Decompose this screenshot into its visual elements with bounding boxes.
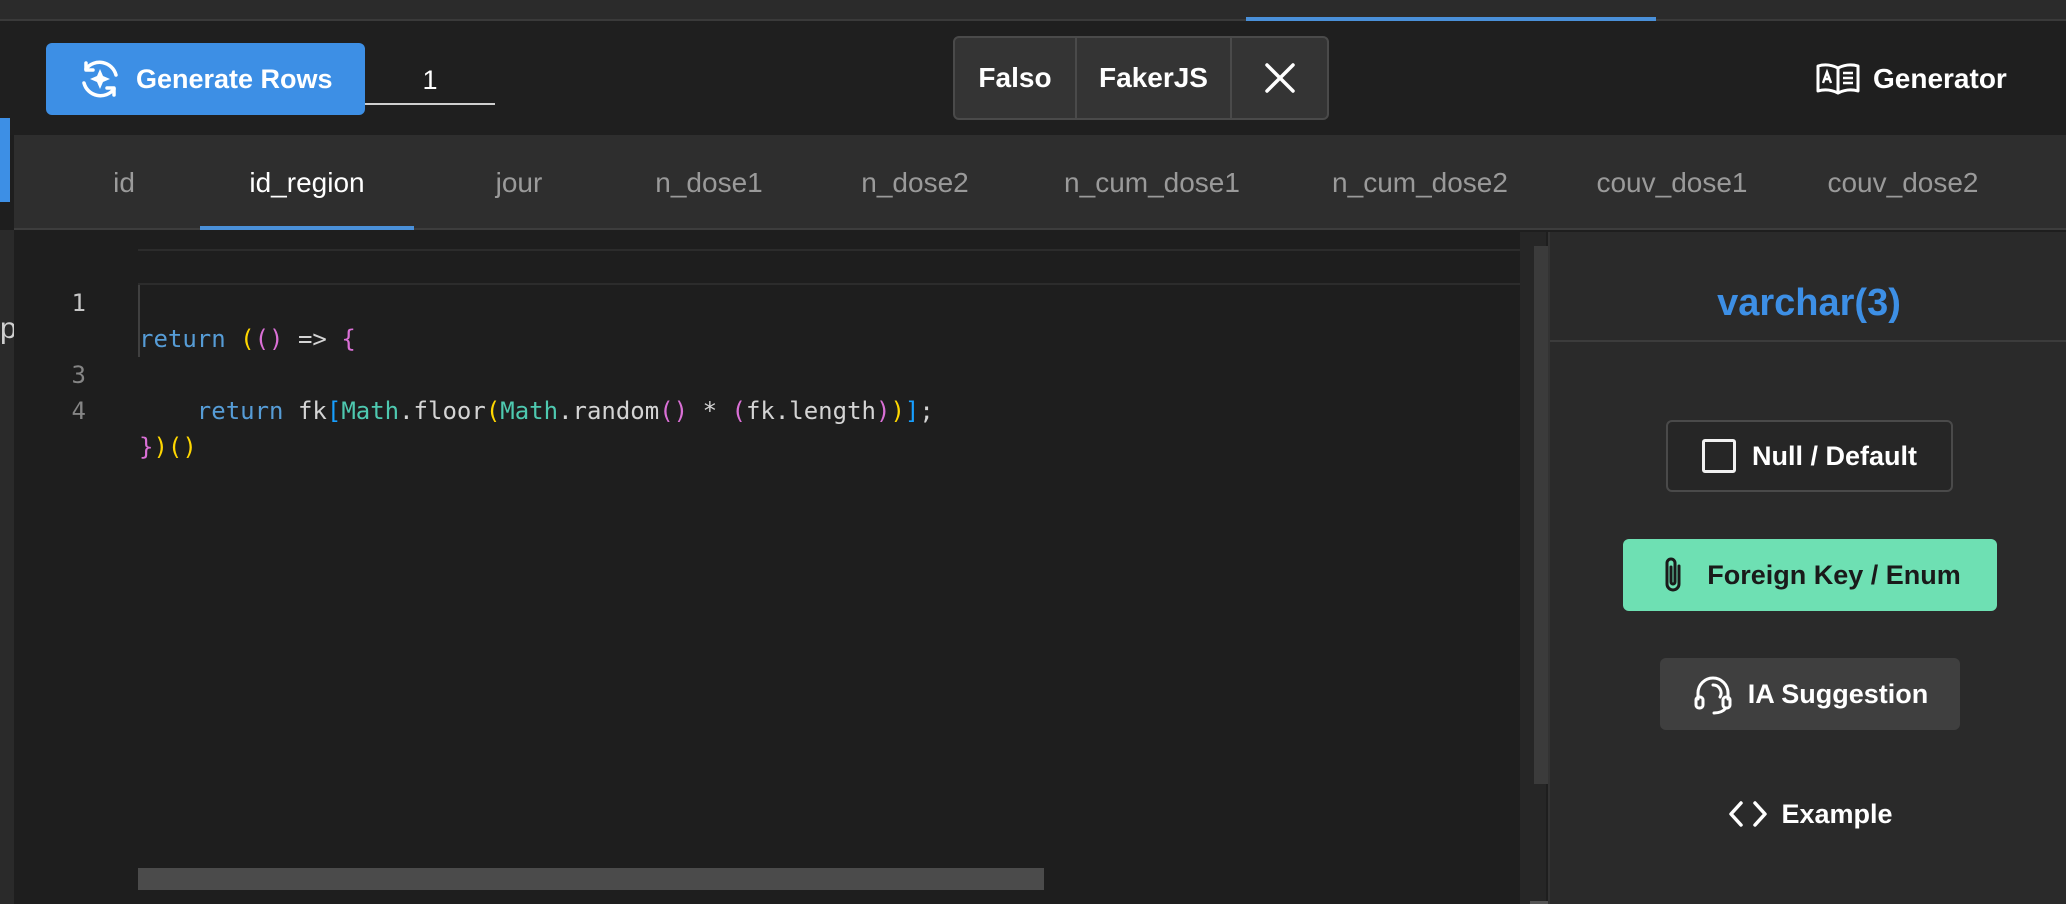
book-icon xyxy=(1816,63,1860,95)
example-button[interactable]: Example xyxy=(1660,786,1960,842)
tab-couv-dose2[interactable]: couv_dose2 xyxy=(1790,135,2016,230)
tab-id[interactable]: id xyxy=(54,135,194,230)
code-brackets-icon xyxy=(1729,801,1768,827)
panel-divider xyxy=(1550,340,2066,342)
horizontal-scrollbar[interactable] xyxy=(138,868,1044,890)
engine-falso-button[interactable]: Falso xyxy=(955,38,1077,118)
column-tabs: id id_region jour n_dose1 n_dose2 n_cum_… xyxy=(14,135,2066,230)
checkbox-icon[interactable] xyxy=(1701,439,1736,473)
code-line: 3 return fk[Math.floor(Math.random() * (… xyxy=(14,321,1520,425)
generator-label: Generator xyxy=(1873,63,2007,94)
top-tab-strip xyxy=(0,0,2066,21)
column-type-label: varchar(3) xyxy=(1717,282,1901,324)
sparkle-refresh-icon xyxy=(82,60,118,98)
engine-selector: Falso FakerJS xyxy=(953,36,1329,120)
generate-rows-label: Generate Rows xyxy=(136,63,333,94)
null-default-button[interactable]: Null / Default xyxy=(1666,420,1953,492)
left-accent-bar xyxy=(0,118,10,202)
tab-n-dose1[interactable]: n_dose1 xyxy=(614,135,804,230)
tab-jour[interactable]: jour xyxy=(434,135,604,230)
code-text: })() xyxy=(139,433,197,461)
code-text: return fk[Math.floor(Math.random() * (fk… xyxy=(196,397,934,425)
code-line: 1 return (() => { xyxy=(14,249,1520,353)
tab-id-region[interactable]: id_region xyxy=(200,135,414,230)
tab-n-cum-dose2[interactable]: n_cum_dose2 xyxy=(1292,135,1548,230)
code-line: 2 const fk = ['01', '02', '03', '04', '0… xyxy=(14,285,1520,321)
paperclip-icon xyxy=(1665,557,1681,592)
ia-suggestion-button[interactable]: IA Suggestion xyxy=(1660,658,1960,730)
headset-icon xyxy=(1694,676,1732,715)
tab-couv-dose1[interactable]: couv_dose1 xyxy=(1562,135,1782,230)
engine-fakerjs-button[interactable]: FakerJS xyxy=(1077,38,1232,118)
generate-rows-button[interactable]: Generate Rows xyxy=(46,43,365,115)
code-line: 4 })() xyxy=(14,357,1520,461)
rows-count-input[interactable] xyxy=(365,57,495,105)
tab-n-dose2[interactable]: n_dose2 xyxy=(820,135,1010,230)
column-options-panel: varchar(3) Null / Default Foreign Key / … xyxy=(1548,232,2066,904)
code-editor[interactable]: 1 return (() => { 2 const fk = ['01', '0… xyxy=(14,232,1560,904)
engine-clear-button[interactable] xyxy=(1232,38,1327,118)
tab-n-cum-dose1[interactable]: n_cum_dose1 xyxy=(1024,135,1280,230)
toolbar: Generate Rows Falso FakerJS Generator xyxy=(0,21,2066,135)
line-number: 4 xyxy=(71,397,86,425)
example-label: Example xyxy=(1781,798,1893,829)
close-icon xyxy=(1264,63,1295,93)
generator-docs-button[interactable]: Generator xyxy=(1815,57,2007,101)
foreign-key-label: Foreign Key / Enum xyxy=(1707,559,1961,590)
null-default-label: Null / Default xyxy=(1751,440,1917,471)
ia-suggestion-label: IA Suggestion xyxy=(1747,678,1929,709)
foreign-key-enum-button[interactable]: Foreign Key / Enum xyxy=(1623,539,1997,611)
